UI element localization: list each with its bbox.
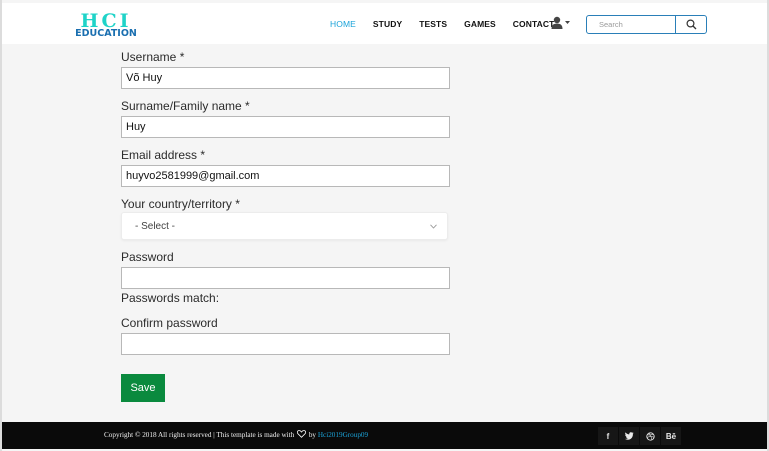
author-link[interactable]: Hci2019Group09 — [318, 431, 368, 439]
country-label: Your country/territory * — [121, 197, 240, 211]
logo-bottom-text: EDUCATION — [75, 28, 137, 39]
dribbble-icon — [645, 431, 655, 441]
behance-link[interactable]: Bē — [661, 427, 681, 445]
search-button[interactable] — [675, 16, 706, 33]
twitter-link[interactable] — [619, 427, 639, 445]
user-dropdown[interactable] — [551, 15, 573, 31]
email-input[interactable] — [121, 165, 450, 187]
site-header: HCI EDUCATION HOME STUDY TESTS GAMES CON… — [2, 3, 767, 44]
passwords-match-label: Passwords match: — [121, 291, 220, 305]
search-input[interactable] — [587, 16, 675, 33]
search-box — [586, 15, 707, 34]
password-input[interactable] — [121, 267, 450, 289]
confirm-password-label: Confirm password — [121, 316, 218, 330]
nav-study[interactable]: STUDY — [373, 19, 402, 29]
copyright-prefix: Copyright © 2018 All rights reserved | T… — [104, 431, 295, 439]
surname-label: Surname/Family name * — [121, 99, 250, 113]
copyright-text: Copyright © 2018 All rights reserved | T… — [104, 430, 368, 439]
main-nav: HOME STUDY TESTS GAMES CONTACT — [330, 3, 571, 44]
facebook-link[interactable]: f — [598, 427, 618, 445]
country-selected-value: - Select - — [135, 220, 176, 232]
confirm-password-input[interactable] — [121, 333, 450, 355]
behance-icon: Bē — [665, 431, 677, 441]
dribbble-link[interactable] — [640, 427, 660, 445]
save-button[interactable]: Save — [121, 374, 165, 402]
country-select[interactable]: - Select - — [121, 212, 448, 240]
nav-contact[interactable]: CONTACT — [513, 19, 555, 29]
username-label: Username * — [121, 50, 185, 64]
email-label: Email address * — [121, 148, 206, 162]
social-links: f Bē — [598, 427, 682, 445]
twitter-icon — [624, 432, 634, 440]
nav-games[interactable]: GAMES — [464, 19, 496, 29]
site-logo[interactable]: HCI EDUCATION — [68, 11, 144, 39]
nav-tests[interactable]: TESTS — [419, 19, 447, 29]
nav-home[interactable]: HOME — [330, 19, 356, 29]
site-footer: Copyright © 2018 All rights reserved | T… — [2, 422, 767, 449]
username-input[interactable] — [121, 67, 450, 89]
copyright-by: by — [308, 431, 317, 439]
heart-icon — [297, 430, 307, 438]
hci-logo-icon: HCI EDUCATION — [75, 11, 137, 39]
user-dropdown-icon — [551, 16, 570, 29]
surname-input[interactable] — [121, 116, 450, 138]
facebook-icon: f — [606, 431, 610, 441]
search-icon — [685, 19, 696, 30]
chevron-down-icon — [430, 223, 437, 229]
password-label: Password — [121, 250, 174, 264]
